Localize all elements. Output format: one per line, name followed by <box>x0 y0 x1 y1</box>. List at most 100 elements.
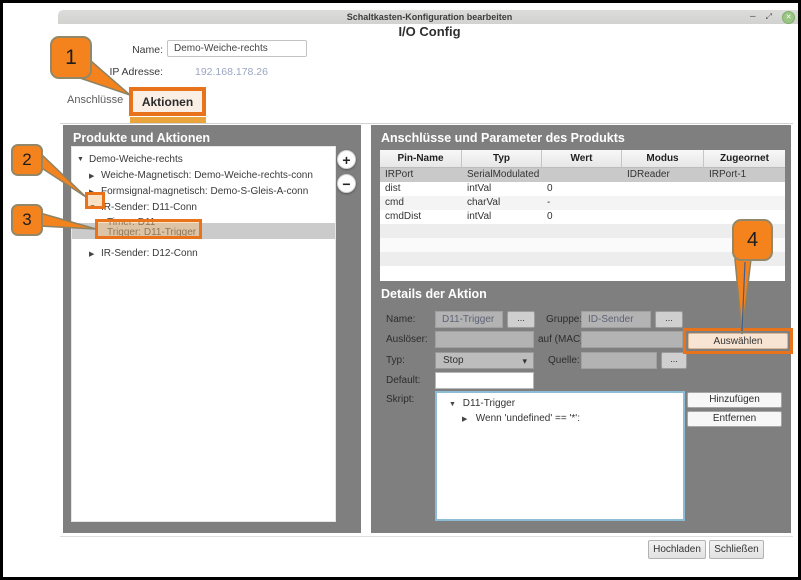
hochladen-button[interactable]: Hochladen <box>648 540 706 559</box>
tab-aktionen[interactable]: Aktionen <box>129 87 206 116</box>
table-cell: SerialModulated <box>462 168 542 182</box>
window-titlebar[interactable]: Schaltkasten-Konfiguration bearbeiten – … <box>58 10 801 24</box>
col-typ[interactable]: Typ <box>462 150 542 168</box>
tree-item-ir-sender-d11[interactable]: ▼ IR-Sender: D11-Conn <box>72 200 335 215</box>
table-row[interactable]: IRPort SerialModulated IDReader IRPort-1 <box>380 168 785 182</box>
callout-3: 3 <box>11 204 43 236</box>
table-cell <box>542 168 622 182</box>
quelle-browse-button[interactable]: ... <box>661 352 687 369</box>
pins-table: Pin-Name Typ Wert Modus Zugeornet IRPort… <box>380 150 785 281</box>
add-button[interactable]: + <box>337 150 356 169</box>
tree-item-ir-sender-d12[interactable]: ▶ IR-Sender: D12-Conn <box>72 246 335 261</box>
gruppe-label: Gruppe: <box>546 314 582 325</box>
col-wert[interactable]: Wert <box>542 150 622 168</box>
products-tree: ▼ Demo-Weiche-rechts ▶ Weiche-Magnetisch… <box>71 146 336 522</box>
table-row[interactable] <box>380 224 785 238</box>
col-modus[interactable]: Modus <box>622 150 704 168</box>
name-input[interactable] <box>167 40 307 57</box>
callout-2: 2 <box>11 144 43 176</box>
default-label: Default: <box>386 375 420 386</box>
products-panel: Produkte und Aktionen ▼ Demo-Weiche-rech… <box>63 125 361 533</box>
collapsed-arrow-icon[interactable]: ▶ <box>89 172 101 180</box>
aktion-name-label: Name: <box>386 314 415 325</box>
table-row[interactable] <box>380 252 785 266</box>
table-cell: IRPort-1 <box>704 168 785 182</box>
quelle-label: Quelle: <box>548 355 580 366</box>
skript-label: Skript: <box>386 394 414 405</box>
trigger-highlight-box <box>95 219 202 239</box>
table-cell: 0 <box>542 182 622 196</box>
tree-item-root[interactable]: ▼ Demo-Weiche-rechts <box>72 152 335 167</box>
table-header-row: Pin-Name Typ Wert Modus Zugeornet <box>380 150 785 168</box>
dialog-screenshot: Schaltkasten-Konfiguration bearbeiten – … <box>0 0 801 580</box>
table-cell <box>622 210 704 224</box>
tree-item-formsignal[interactable]: ▶ Formsignal-magnetisch: Demo-S-Gleis-A-… <box>72 184 335 199</box>
name-browse-button[interactable]: ... <box>507 311 535 328</box>
aktion-name-field[interactable]: D11-Trigger <box>435 311 503 328</box>
table-row[interactable]: cmd charVal - <box>380 196 785 210</box>
script-root-label: D11-Trigger <box>463 398 515 409</box>
table-row[interactable]: cmdDist intVal 0 <box>380 210 785 224</box>
callout-1: 1 <box>50 36 92 79</box>
table-cell: charVal <box>462 196 542 210</box>
ausloeser-field[interactable] <box>435 331 534 348</box>
auswaehlen-highlight-box: Auswählen <box>683 328 793 354</box>
typ-value: Stop <box>443 355 464 366</box>
quelle-field[interactable] <box>581 352 657 369</box>
col-pin-name[interactable]: Pin-Name <box>380 150 462 168</box>
ip-label: IP Adresse: <box>83 66 163 78</box>
expanded-arrow-icon[interactable]: ▼ <box>77 156 89 163</box>
table-cell: - <box>542 196 622 210</box>
page-title: I/O Config <box>58 24 801 39</box>
tab-anschluesse[interactable]: Anschlüsse <box>67 94 123 106</box>
table-cell: cmd <box>380 196 462 210</box>
tree-item-label: Weiche-Magnetisch: Demo-Weiche-rechts-co… <box>101 170 313 181</box>
script-child-label: Wenn 'undefined' == '*': <box>476 413 580 424</box>
table-row[interactable]: dist intVal 0 <box>380 182 785 196</box>
tree-item-label: IR-Sender: D12-Conn <box>101 248 198 259</box>
remove-button[interactable]: − <box>337 174 356 193</box>
ausloeser-label: Auslöser: <box>386 334 428 345</box>
schliessen-button[interactable]: Schließen <box>709 540 764 559</box>
script-child-row[interactable]: ▶ Wenn 'undefined' == '*': <box>462 413 580 424</box>
table-cell <box>622 182 704 196</box>
restore-icon[interactable]: ⤢ <box>766 12 772 22</box>
entfernen-button[interactable]: Entfernen <box>687 411 782 427</box>
table-cell <box>622 196 704 210</box>
footer-divider <box>60 536 793 537</box>
collapsed-arrow-icon[interactable]: ▶ <box>89 250 101 258</box>
callout-4: 4 <box>732 219 773 261</box>
tree-item-weiche[interactable]: ▶ Weiche-Magnetisch: Demo-Weiche-rechts-… <box>72 168 335 183</box>
auswaehlen-button[interactable]: Auswählen <box>688 333 788 349</box>
details-heading: Details der Aktion <box>381 287 487 301</box>
col-zugeornet[interactable]: Zugeornet <box>704 150 785 168</box>
table-cell: intVal <box>462 182 542 196</box>
mac-field[interactable] <box>581 331 683 348</box>
tree-item-label: IR-Sender: D11-Conn <box>101 202 197 213</box>
hinzufuegen-button[interactable]: Hinzufügen <box>687 392 782 408</box>
window-title: Schaltkasten-Konfiguration bearbeiten <box>347 12 513 22</box>
typ-dropdown[interactable]: Stop ▾ <box>435 352 534 369</box>
chevron-down-icon: ▾ <box>522 354 527 369</box>
close-icon[interactable]: ✕ <box>782 11 795 24</box>
tab-divider <box>60 123 793 124</box>
tree-item-label: Demo-Weiche-rechts <box>89 154 183 165</box>
expanded-arrow-icon[interactable]: ▼ <box>449 401 460 408</box>
script-tree[interactable]: ▼ D11-Trigger ▶ Wenn 'undefined' == '*': <box>435 391 685 521</box>
name-label: Name: <box>103 44 163 56</box>
mac-label: auf (MAC) <box>538 334 584 345</box>
table-row[interactable] <box>380 266 785 280</box>
table-row[interactable] <box>380 238 785 252</box>
script-root-row[interactable]: ▼ D11-Trigger <box>449 398 515 409</box>
arrow-highlight-box <box>85 192 105 209</box>
table-cell <box>704 182 785 196</box>
typ-label: Typ: <box>386 355 405 366</box>
table-cell: dist <box>380 182 462 196</box>
default-field[interactable] <box>435 372 534 389</box>
collapsed-arrow-icon[interactable]: ▶ <box>462 415 473 423</box>
minimize-icon[interactable]: – <box>750 12 756 22</box>
gruppe-field[interactable]: ID-Sender <box>581 311 651 328</box>
gruppe-browse-button[interactable]: ... <box>655 311 683 328</box>
table-cell: IDReader <box>622 168 704 182</box>
table-cell <box>704 196 785 210</box>
